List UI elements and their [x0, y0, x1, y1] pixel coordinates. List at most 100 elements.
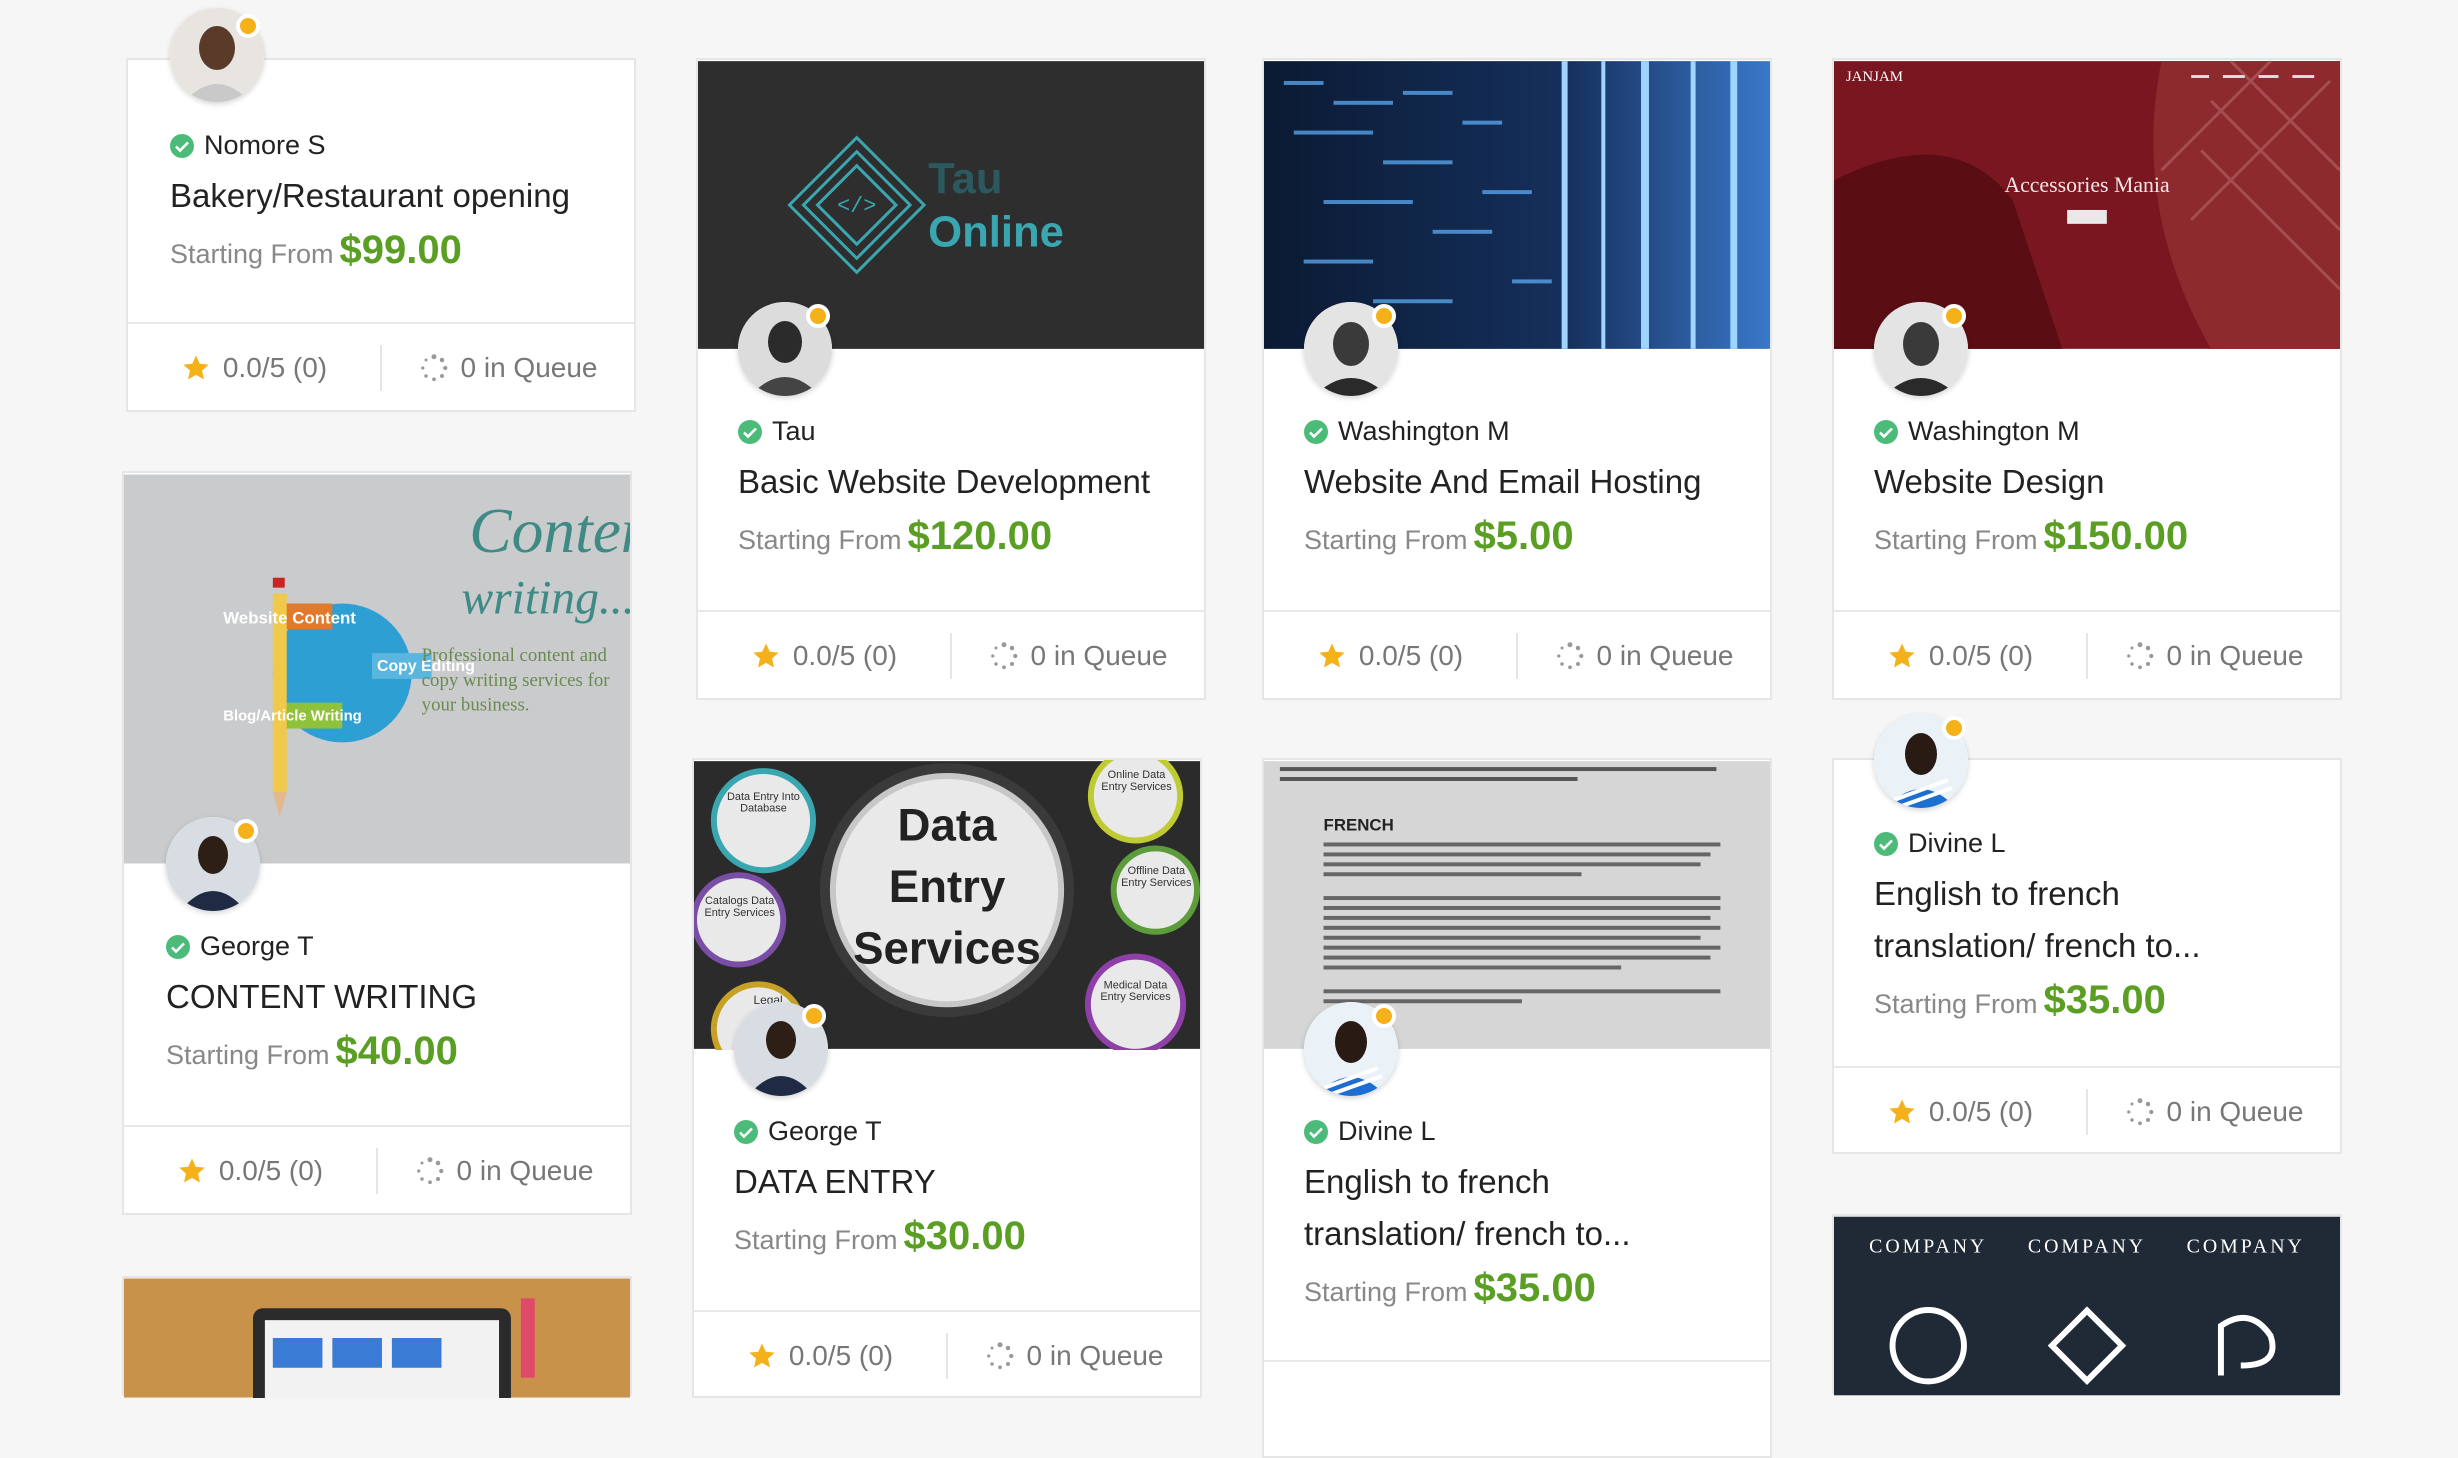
service-title[interactable]: Website Design [1874, 456, 2310, 508]
starting-from-label: Starting From [734, 1225, 898, 1255]
service-title[interactable]: English to french translation/ french to… [1874, 868, 2234, 972]
price: $35.00 [2043, 978, 2166, 1022]
star-icon [1889, 643, 1915, 668]
thumbnail-text: writing.... [461, 572, 630, 624]
service-title[interactable]: Basic Website Development [738, 456, 1174, 508]
service-card[interactable]: Data Entry Services Data Entry Into Data… [692, 758, 1202, 1398]
service-card[interactable] [122, 1276, 632, 1398]
starting-from-label: Starting From [166, 1040, 330, 1070]
seller-name[interactable]: George T [734, 1116, 882, 1147]
rating: 0.0/5 (0) [124, 1155, 376, 1187]
card-footer: 0.0/5 (0) 0 in Queue [1834, 610, 2340, 700]
rating: 0.0/5 (0) [1264, 640, 1516, 672]
loading-spinner-icon [416, 1157, 443, 1185]
thumbnail-text: JANJAM [1846, 69, 1903, 85]
price-row: Starting From $120.00 [738, 514, 1052, 559]
seller-name-text: Washington M [1338, 416, 1510, 446]
card-footer: 0.0/5 (0) 0 in Queue [1834, 1066, 2340, 1156]
loading-spinner-icon [1556, 642, 1583, 670]
seller-name-text: George T [200, 931, 314, 961]
seller-name[interactable]: Washington M [1874, 416, 2080, 447]
thumbnail-text: Entry [889, 861, 1006, 912]
verified-icon [166, 934, 190, 959]
queue-text: 0 in Queue [2166, 1096, 2304, 1127]
service-card[interactable]: </> Tau Online Tau Basic Website Develop… [696, 58, 1206, 700]
queue-text: 0 in Queue [456, 1155, 594, 1186]
service-card[interactable]: Content writing.... Website Content Copy… [122, 471, 632, 1215]
seller-name[interactable]: George T [166, 931, 314, 962]
queue-text: 0 in Queue [1030, 640, 1168, 671]
rating-text: 0.0/5 (0) [1358, 640, 1464, 671]
service-title[interactable]: Bakery/Restaurant opening [170, 170, 604, 222]
queue-text: 0 in Queue [460, 352, 598, 383]
service-card[interactable]: Washington M Website And Email Hosting S… [1262, 58, 1772, 700]
thumbnail-text: Blog/Article Writing [223, 709, 362, 725]
seller-name-text: Tau [772, 416, 816, 446]
service-thumbnail[interactable]: COMPANY COMPANY COMPANY [1834, 1216, 2340, 1396]
service-title[interactable]: CONTENT WRITING [166, 971, 600, 1023]
seller-name[interactable]: Divine L [1304, 1116, 1436, 1147]
price-row: Starting From $30.00 [734, 1214, 1026, 1259]
thumbnail-text: Accessories Mania [2004, 173, 2170, 197]
online-status-indicator [1372, 304, 1396, 328]
loading-spinner-icon [2126, 1098, 2153, 1126]
price: $150.00 [2043, 514, 2189, 558]
rating-text: 0.0/5 (0) [222, 352, 328, 383]
seller-name[interactable]: Tau [738, 416, 816, 447]
rating-text: 0.0/5 (0) [1928, 1096, 2034, 1127]
online-status-indicator [1942, 716, 1966, 740]
thumbnail-text: Website Content [223, 608, 356, 627]
thumbnail-text: COMPANY [1869, 1235, 1987, 1257]
service-card[interactable]: Divine L English to french translation/ … [1832, 714, 2342, 1156]
thumbnail-text: Online [928, 208, 1064, 257]
rating-text: 0.0/5 (0) [788, 1340, 894, 1371]
service-card[interactable]: COMPANY COMPANY COMPANY [1832, 1214, 2342, 1396]
queue: 0 in Queue [2088, 640, 2340, 672]
price-row: Starting From $150.00 [1874, 514, 2188, 559]
queue: 0 in Queue [948, 1340, 1200, 1372]
service-thumbnail[interactable] [124, 1278, 630, 1398]
queue: 0 in Queue [952, 640, 1204, 672]
star-icon [179, 1158, 205, 1183]
rating: 0.0/5 (0) [128, 352, 380, 384]
starting-from-label: Starting From [1874, 525, 2038, 555]
star-icon [1889, 1099, 1915, 1124]
seller-name[interactable]: Divine L [1874, 828, 2006, 859]
starting-from-label: Starting From [1304, 1277, 1468, 1307]
starting-from-label: Starting From [1304, 525, 1468, 555]
card-footer: 0.0/5 (0) 0 in Queue [698, 610, 1204, 700]
starting-from-label: Starting From [738, 525, 902, 555]
thumbnail-text: Medical Data Entry Services [1100, 979, 1171, 1004]
loading-spinner-icon [420, 354, 447, 382]
price-row: Starting From $40.00 [166, 1029, 458, 1074]
online-status-indicator [1372, 1004, 1396, 1028]
service-card[interactable]: Nomore S Bakery/Restaurant opening Start… [126, 8, 636, 412]
rating: 0.0/5 (0) [1834, 1096, 2086, 1128]
queue-text: 0 in Queue [1596, 640, 1734, 671]
service-card[interactable]: FRENCH Divine L English to french transl… [1262, 758, 1772, 1458]
queue: 0 in Queue [2088, 1096, 2340, 1128]
queue-text: 0 in Queue [2166, 640, 2304, 671]
starting-from-label: Starting From [1874, 989, 2038, 1019]
svg-text:</>: </> [837, 194, 876, 219]
seller-name-text: Divine L [1908, 828, 2006, 858]
loading-spinner-icon [2126, 642, 2153, 670]
rating-text: 0.0/5 (0) [218, 1155, 324, 1186]
verified-icon [1874, 831, 1898, 856]
price-row: Starting From $35.00 [1874, 978, 2166, 1023]
verified-icon [734, 1119, 758, 1144]
seller-name-text: Washington M [1908, 416, 2080, 446]
seller-name[interactable]: Washington M [1304, 416, 1510, 447]
service-title[interactable]: English to french translation/ french to… [1304, 1156, 1664, 1260]
verified-icon [1874, 419, 1898, 444]
online-status-indicator [234, 819, 258, 843]
service-title[interactable]: DATA ENTRY [734, 1156, 1170, 1208]
seller-name[interactable]: Nomore S [170, 130, 326, 161]
price: $40.00 [335, 1029, 458, 1073]
seller-name-text: George T [768, 1116, 882, 1146]
thumbnail-text: FRENCH [1324, 816, 1394, 835]
service-thumbnail[interactable]: Content writing.... Website Content Copy… [124, 473, 630, 865]
star-icon [183, 355, 209, 380]
service-title[interactable]: Website And Email Hosting [1304, 456, 1740, 508]
service-card[interactable]: JANJAM Accessories Mania Washington M We… [1832, 58, 2342, 700]
